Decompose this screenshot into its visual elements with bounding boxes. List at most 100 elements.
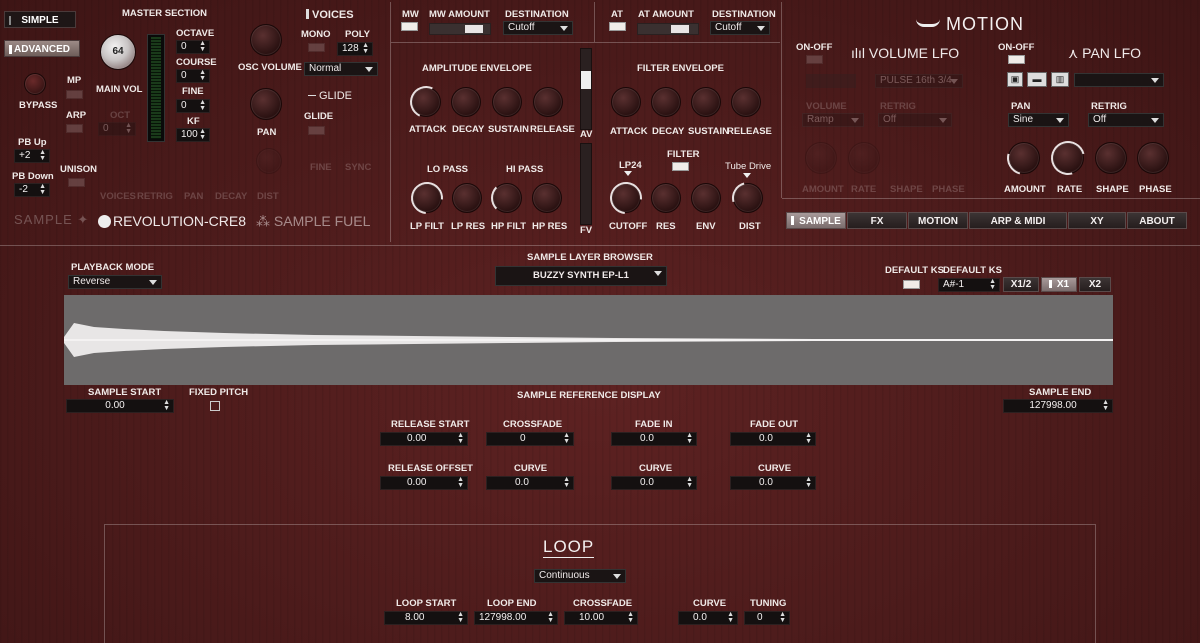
advanced-mode-button[interactable]: ADVANCED [4,40,80,57]
curve-2-field[interactable]: 0.0 ▲ ▼ [611,476,697,490]
volume-lfo-preset-icons[interactable] [806,74,856,88]
crossfade-field[interactable]: 0 ▲ ▼ [486,432,574,446]
curve-3-field[interactable]: 0.0 ▲ ▼ [730,476,816,490]
sample-layer-browser-dropdown[interactable]: BUZZY SYNTH EP-L1 [495,266,667,286]
av-fader[interactable] [580,48,592,130]
release-start-field[interactable]: 0.00 ▲ ▼ [380,432,468,446]
loop-end-field[interactable]: 127998.00 ▲ ▼ [474,611,558,625]
glide-toggle[interactable] [308,126,325,135]
pan-shape-dropdown[interactable]: Sine [1008,113,1069,127]
zoom-x2-button[interactable]: X2 [1079,277,1111,292]
volume-amount-knob[interactable] [805,142,837,174]
mono-toggle[interactable] [308,43,325,52]
unison-toggle[interactable] [68,178,85,187]
res-knob[interactable] [651,183,681,213]
pan-lfo-toggle[interactable] [1008,55,1025,64]
mp-toggle[interactable] [66,90,83,99]
filter-toggle[interactable] [672,162,689,171]
release-offset-field[interactable]: 0.00 ▲ ▼ [380,476,468,490]
default-ks-toggle[interactable] [903,280,920,289]
loop-curve-field[interactable]: 0.0 ▲ ▼ [678,611,738,625]
pan-trash-icon[interactable]: ▥ [1051,72,1069,87]
pan-folder-icon[interactable]: ▬ [1027,72,1047,87]
lp-res-knob[interactable] [452,183,482,213]
lp24-arrow-icon[interactable] [624,171,632,176]
at-toggle[interactable] [609,22,626,31]
loop-start-field[interactable]: 8.00 ▲ ▼ [384,611,468,625]
pan-shape-knob[interactable] [1095,142,1127,174]
fade-in-field[interactable]: 0.0 ▲ ▼ [611,432,697,446]
loop-tuning-field[interactable]: 0 ▲ ▼ [744,611,790,625]
mw-amount-thumb[interactable] [465,25,483,33]
volume-rate-knob[interactable] [848,142,880,174]
poly-field[interactable]: 128 ▲ ▼ [337,42,373,56]
pan-knob[interactable] [250,88,282,120]
loop-crossfade-field[interactable]: 10.00 ▲ ▼ [564,611,638,625]
tab-xy[interactable]: XY [1068,212,1126,229]
voice-mode-dropdown[interactable]: Normal [304,62,378,76]
volume-lfo-pattern-dropdown[interactable]: PULSE 16th 3/4 [875,74,963,88]
amp-release-knob[interactable] [533,87,563,117]
tab-arp-midi[interactable]: ARP & MIDI [969,212,1067,229]
sample-start-field[interactable]: 0.00 ▲ ▼ [66,399,174,413]
main-vol-knob[interactable]: 64 [100,34,136,70]
lp-filt-knob[interactable] [404,175,450,221]
av-fader-thumb[interactable] [581,71,591,89]
dist-knob[interactable] [726,176,770,220]
volume-retrig-dropdown[interactable]: Off [878,113,952,127]
tab-about[interactable]: ABOUT [1127,212,1187,229]
kf-field[interactable]: 100 ▲ ▼ [176,128,210,142]
filter-release-knob[interactable] [731,87,761,117]
default-ks-field[interactable]: A#-1 ▲ ▼ [938,278,1000,292]
octave-field[interactable]: 0 ▲ ▼ [176,40,210,54]
fine-field[interactable]: 0 ▲ ▼ [176,99,210,113]
amp-decay-knob[interactable] [451,87,481,117]
zoom-x-half-button[interactable]: X1/2 [1003,277,1039,292]
mw-toggle[interactable] [401,22,418,31]
amp-sustain-knob[interactable] [492,87,522,117]
pan-save-icon[interactable]: ▣ [1007,72,1023,87]
mw-amount-slider[interactable] [429,23,491,35]
tube-drive-arrow-icon[interactable] [743,173,751,178]
at-amount-thumb[interactable] [671,25,689,33]
decay-knob[interactable] [256,148,282,174]
pan-retrig-dropdown[interactable]: Off [1088,113,1164,127]
pan-amount-knob[interactable] [1000,134,1048,182]
curve-1-field[interactable]: 0.0 ▲ ▼ [486,476,574,490]
env-knob[interactable] [691,183,721,213]
oct-field[interactable]: 0 ▲ ▼ [98,122,136,136]
pan-rate-knob[interactable] [1044,134,1092,182]
filter-decay-knob[interactable] [651,87,681,117]
bypass-button[interactable] [24,73,46,95]
fv-fader[interactable] [580,143,592,225]
tab-sample[interactable]: SAMPLE [786,212,846,229]
tab-fx[interactable]: FX [847,212,907,229]
at-destination-dropdown[interactable]: Cutoff [710,21,770,35]
filter-attack-knob[interactable] [611,87,641,117]
waveform-display[interactable] [64,295,1113,385]
tab-motion[interactable]: MOTION [908,212,968,229]
mw-destination-dropdown[interactable]: Cutoff [503,21,573,35]
hp-res-knob[interactable] [532,183,562,213]
playback-mode-dropdown[interactable]: Reverse [68,275,162,289]
fade-out-field[interactable]: 0.0 ▲ ▼ [730,432,816,446]
pan-phase-knob[interactable] [1137,142,1169,174]
loop-mode-dropdown[interactable]: Continuous [534,569,626,583]
volume-lfo-toggle[interactable] [806,55,823,64]
at-amount-slider[interactable] [637,23,699,35]
fixed-pitch-checkbox[interactable] [210,401,220,411]
course-field[interactable]: 0 ▲ ▼ [176,69,210,83]
pan-lfo-preset-dropdown[interactable] [1074,73,1164,87]
amp-attack-knob[interactable] [405,81,447,123]
simple-mode-button[interactable]: SIMPLE [4,11,76,28]
osc-volume-knob[interactable] [250,24,282,56]
zoom-x1-button[interactable]: X1 [1041,277,1077,292]
arp-toggle[interactable] [66,124,83,133]
cutoff-knob[interactable] [603,175,649,221]
pb-up-field[interactable]: +2 ▲ ▼ [14,149,50,163]
hp-filt-knob[interactable] [491,182,522,214]
volume-shape-dropdown[interactable]: Ramp [802,113,864,127]
pb-down-field[interactable]: -2 ▲ ▼ [14,183,50,197]
sample-end-field[interactable]: 127998.00 ▲ ▼ [1003,399,1113,413]
filter-sustain-knob[interactable] [691,87,721,117]
